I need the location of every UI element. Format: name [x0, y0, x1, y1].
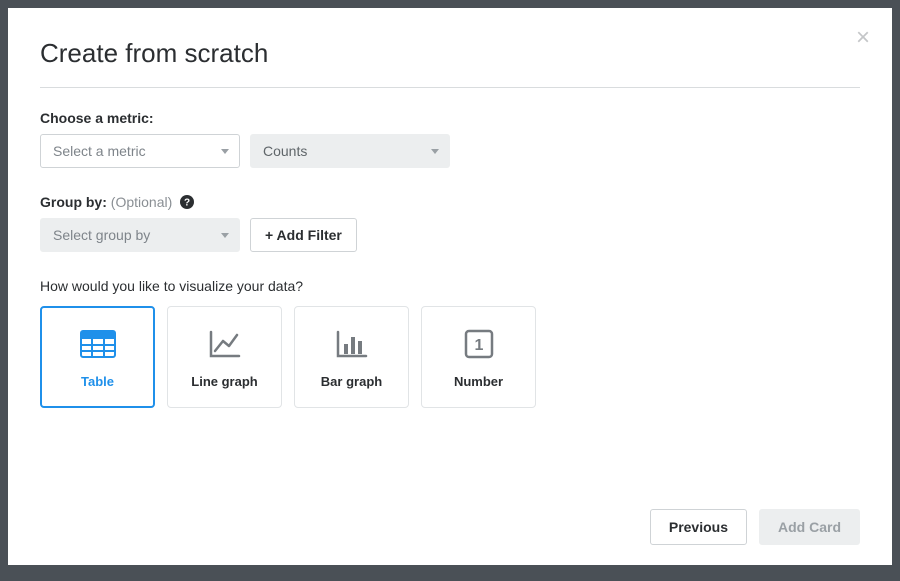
- viz-option-bar-graph[interactable]: Bar graph: [294, 306, 409, 408]
- previous-label: Previous: [669, 519, 728, 535]
- number-icon: 1: [464, 326, 494, 362]
- metric-select-placeholder: Select a metric: [53, 143, 146, 159]
- metric-row: Select a metric Counts: [40, 134, 860, 168]
- viz-option-label: Table: [81, 374, 114, 389]
- help-icon[interactable]: ?: [180, 195, 194, 209]
- previous-button[interactable]: Previous: [650, 509, 747, 545]
- group-by-optional: (Optional): [111, 194, 172, 210]
- viz-option-table[interactable]: Table: [40, 306, 155, 408]
- viz-option-line-graph[interactable]: Line graph: [167, 306, 282, 408]
- svg-text:?: ?: [184, 198, 190, 209]
- aggregation-value: Counts: [263, 143, 307, 159]
- viz-option-label: Number: [454, 374, 503, 389]
- chevron-down-icon: [221, 233, 229, 238]
- metric-select[interactable]: Select a metric: [40, 134, 240, 168]
- modal-footer: Previous Add Card: [650, 509, 860, 545]
- chevron-down-icon: [431, 149, 439, 154]
- group-by-select[interactable]: Select group by: [40, 218, 240, 252]
- line-graph-icon: [208, 326, 242, 362]
- group-by-row: Select group by + Add Filter: [40, 218, 860, 252]
- svg-text:1: 1: [474, 337, 483, 354]
- viz-option-number[interactable]: 1 Number: [421, 306, 536, 408]
- bar-graph-icon: [335, 326, 369, 362]
- add-filter-button[interactable]: + Add Filter: [250, 218, 357, 252]
- divider: [40, 87, 860, 88]
- viz-option-label: Line graph: [191, 374, 257, 389]
- viz-option-label: Bar graph: [321, 374, 382, 389]
- add-card-label: Add Card: [778, 519, 841, 535]
- create-from-scratch-modal: × Create from scratch Choose a metric: S…: [8, 8, 892, 565]
- viz-label: How would you like to visualize your dat…: [40, 278, 860, 294]
- add-filter-label: + Add Filter: [265, 227, 342, 243]
- table-icon: [80, 326, 116, 362]
- chevron-down-icon: [221, 149, 229, 154]
- viz-options: Table Line graph Bar graph: [40, 306, 860, 408]
- metric-label: Choose a metric:: [40, 110, 860, 126]
- close-icon[interactable]: ×: [856, 26, 870, 50]
- group-by-placeholder: Select group by: [53, 227, 150, 243]
- group-by-label-text: Group by:: [40, 194, 107, 210]
- aggregation-select[interactable]: Counts: [250, 134, 450, 168]
- group-by-label: Group by: (Optional) ?: [40, 194, 860, 210]
- add-card-button[interactable]: Add Card: [759, 509, 860, 545]
- modal-title: Create from scratch: [40, 38, 860, 69]
